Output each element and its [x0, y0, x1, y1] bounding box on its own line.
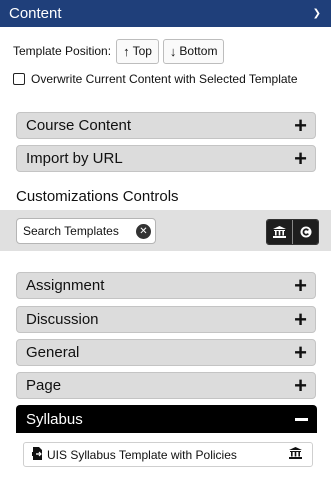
section-course-content[interactable]: Course Content + [16, 112, 316, 139]
plus-icon: + [294, 112, 307, 138]
category-page[interactable]: Page + [16, 372, 316, 399]
panel-title: Content [9, 5, 62, 22]
arrow-up-icon: ↑ [123, 43, 130, 59]
category-discussion[interactable]: Discussion + [16, 306, 316, 333]
filter-button-group [266, 219, 319, 245]
category-label: Page [26, 377, 62, 394]
category-assignment[interactable]: Assignment + [16, 272, 316, 299]
category-label: Discussion [26, 311, 99, 328]
search-placeholder: Search Templates [23, 224, 119, 238]
minus-icon [295, 417, 308, 421]
course-icon[interactable] [292, 220, 318, 244]
position-top-label: Top [132, 44, 152, 58]
plus-icon: + [294, 306, 307, 332]
template-position-label: Template Position: [13, 44, 112, 58]
chevron-down-icon[interactable]: ❯ [313, 8, 321, 19]
position-top-button[interactable]: ↑ Top [116, 38, 159, 64]
category-general[interactable]: General + [16, 339, 316, 366]
customizations-title: Customizations Controls [16, 188, 179, 205]
category-label: General [26, 344, 80, 361]
plus-icon: + [294, 145, 307, 171]
category-syllabus[interactable]: Syllabus [16, 405, 317, 433]
template-item[interactable]: UIS Syllabus Template with Policies [23, 442, 313, 467]
section-import-by-url[interactable]: Import by URL + [16, 145, 316, 172]
category-label: Syllabus [26, 410, 83, 428]
clear-search-icon[interactable]: ✕ [136, 223, 151, 239]
institution-icon [289, 447, 302, 462]
position-bottom-label: Bottom [179, 44, 218, 58]
customizations-toolbar: Search Templates ✕ [0, 210, 331, 251]
search-templates-input[interactable]: Search Templates ✕ [16, 218, 156, 244]
plus-icon: + [294, 372, 307, 398]
overwrite-option[interactable]: Overwrite Current Content with Selected … [13, 72, 298, 86]
overwrite-label: Overwrite Current Content with Selected … [31, 72, 298, 86]
content-panel-header[interactable]: Content ❯ [0, 0, 331, 27]
section-label: Course Content [26, 117, 132, 134]
plus-icon: + [294, 272, 307, 298]
arrow-down-icon: ↓ [169, 43, 177, 59]
template-position-row: Template Position: ↑ Top ↓ Bottom [13, 38, 228, 64]
institution-icon[interactable] [267, 220, 292, 244]
template-item-label: UIS Syllabus Template with Policies [47, 447, 237, 462]
document-import-icon [32, 446, 43, 463]
plus-icon: + [294, 339, 307, 365]
template-item-left: UIS Syllabus Template with Policies [32, 446, 237, 463]
category-label: Assignment [26, 277, 105, 294]
overwrite-checkbox[interactable] [13, 73, 25, 85]
section-label: Import by URL [26, 150, 123, 167]
position-bottom-button[interactable]: ↓ Bottom [162, 38, 225, 64]
